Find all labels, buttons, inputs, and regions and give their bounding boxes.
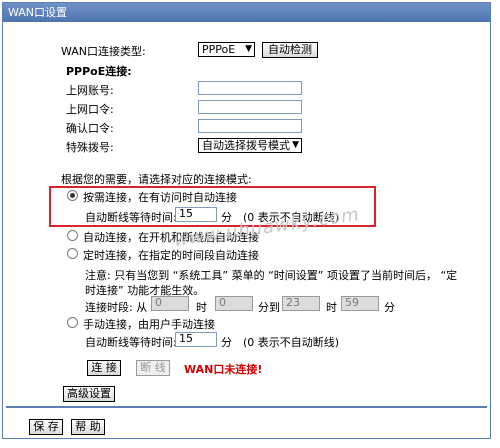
to-label: 分到: [258, 301, 280, 314]
confirm-password-input[interactable]: [198, 119, 302, 133]
special-dial-label: 特殊拨号:: [66, 141, 114, 154]
wan-type-label: WAN口连接类型:: [61, 45, 146, 58]
manual-idle-label: 自动断线等待时间:: [85, 336, 177, 349]
disconnect-button[interactable]: 断 线: [136, 360, 170, 376]
password-label: 上网口令:: [66, 103, 114, 116]
auto-detect-button[interactable]: 自动检测: [262, 42, 318, 58]
special-dial-select[interactable]: 自动选择拨号模式 ▼: [198, 138, 302, 153]
dropdown-arrow-icon: ▼: [245, 44, 252, 54]
manual-idle-input[interactable]: 15: [175, 332, 217, 347]
help-button[interactable]: 帮 助: [71, 419, 105, 435]
period-label: 连接时段: 从: [85, 301, 148, 314]
to-min-input[interactable]: 59: [341, 296, 379, 311]
save-button[interactable]: 保 存: [29, 419, 63, 435]
wan-type-select[interactable]: PPPoE ▼: [198, 42, 255, 57]
to-hour-input[interactable]: 23: [282, 296, 320, 311]
divider: [6, 406, 487, 408]
account-input[interactable]: [198, 81, 302, 95]
pppoe-heading: PPPoE连接:: [66, 65, 132, 78]
account-label: 上网账号:: [66, 84, 114, 97]
wan-type-value: PPPoE: [202, 43, 236, 56]
from-hour-unit: 时: [196, 301, 207, 314]
panel-title: WAN口设置: [3, 3, 490, 22]
timed-note-line1: 注意: 只有当您到 “系统工具” 菜单的 “时间设置” 项设置了当前时间后， “…: [85, 269, 458, 282]
advanced-settings-button[interactable]: 高级设置: [63, 386, 115, 402]
timed-connect-label: 定时连接，在指定的时间段自动连接: [83, 249, 259, 262]
wan-settings-panel: WAN口设置 WAN口连接类型: PPPoE ▼ 自动检测 PPPoE连接: 上…: [2, 2, 491, 439]
mode-prompt: 根据您的需要，请选择对应的连接模式:: [61, 173, 252, 186]
to-hour-unit: 时: [326, 301, 337, 314]
from-min-input[interactable]: 0: [215, 296, 253, 311]
manual-connect-label: 手动连接，由用户手动连接: [83, 318, 215, 331]
radio-timed[interactable]: [67, 248, 78, 259]
password-input[interactable]: [198, 100, 302, 114]
special-dial-value: 自动选择拨号模式: [202, 139, 290, 152]
manual-unit: 分: [221, 336, 232, 349]
manual-hint: (0 表示不自动断线): [243, 336, 340, 349]
connection-status: WAN口未连接!: [184, 363, 263, 376]
radio-manual[interactable]: [67, 317, 78, 328]
dropdown-arrow-icon: ▼: [292, 140, 299, 150]
radio-auto[interactable]: [67, 230, 78, 241]
to-min-unit: 分: [384, 301, 395, 314]
confirm-password-label: 确认口令:: [66, 122, 114, 135]
from-hour-input[interactable]: 0: [151, 296, 189, 311]
connect-button[interactable]: 连 接: [87, 360, 121, 376]
